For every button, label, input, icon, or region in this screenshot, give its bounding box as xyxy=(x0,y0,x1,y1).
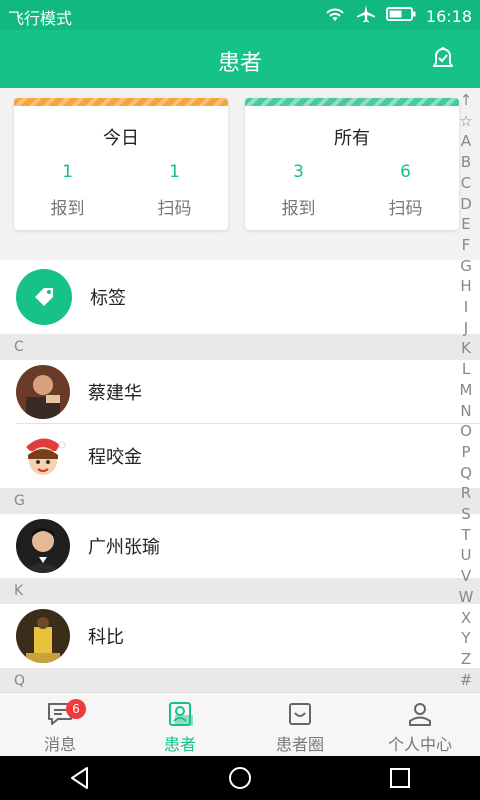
index-letter[interactable]: O xyxy=(460,421,472,442)
airplane-icon xyxy=(356,4,376,28)
checkin-stat[interactable]: 1 报到 xyxy=(23,162,113,219)
card-stripe xyxy=(245,98,459,106)
index-letter[interactable]: H xyxy=(460,276,471,297)
recents-icon[interactable] xyxy=(380,758,420,798)
bell-check-icon[interactable] xyxy=(428,44,458,74)
section-header-c: C xyxy=(0,334,480,360)
index-letter[interactable]: T xyxy=(461,525,470,546)
tab-patients[interactable]: 患者 xyxy=(120,693,240,756)
main-content: 今日 1 报到 1 扫码 所有 3 报到 6 扫码 标签 C 蔡建华 程咬金 G… xyxy=(0,88,480,692)
tag-icon xyxy=(16,269,72,325)
avatar xyxy=(16,609,70,663)
patient-name: 程咬金 xyxy=(88,447,142,468)
back-icon[interactable] xyxy=(60,758,100,798)
index-letter[interactable]: X xyxy=(461,608,471,629)
checkin-count: 1 xyxy=(62,162,73,182)
patient-row[interactable]: 科比 xyxy=(0,604,480,668)
checkin-stat[interactable]: 3 报到 xyxy=(254,162,344,219)
tab-messages[interactable]: 6 消息 xyxy=(0,693,120,756)
index-letter[interactable]: B xyxy=(461,152,471,173)
tag-label: 标签 xyxy=(90,288,126,309)
card-title: 所有 xyxy=(334,128,370,149)
tab-label: 患者圈 xyxy=(275,735,324,754)
card-title: 今日 xyxy=(103,128,139,149)
checkin-label: 报到 xyxy=(50,199,85,219)
index-letter[interactable]: S xyxy=(461,504,471,525)
tab-profile[interactable]: 个人中心 xyxy=(360,693,480,756)
index-letter[interactable]: E xyxy=(461,214,470,235)
tab-label: 消息 xyxy=(43,735,76,754)
index-letter[interactable]: F xyxy=(462,235,471,256)
app-bar: 患者 xyxy=(0,30,480,88)
wifi-icon xyxy=(324,5,346,27)
index-letter[interactable]: W xyxy=(459,587,474,608)
checkin-count: 3 xyxy=(293,162,304,182)
index-letter[interactable]: Q xyxy=(460,463,472,484)
index-letter[interactable]: K xyxy=(461,338,471,359)
patient-name: 蔡建华 xyxy=(88,383,142,404)
index-letter[interactable]: C xyxy=(461,173,471,194)
bottom-tab-bar: 6 消息 患者 患者圈 个人中心 xyxy=(0,692,480,756)
scan-count: 1 xyxy=(169,162,180,182)
index-letter[interactable]: ☆ xyxy=(459,111,472,132)
alphabet-index[interactable]: ↑ ☆ A B C D E F G H I J K L M N O P Q R S T U V W X Y Z # xyxy=(458,90,474,690)
section-header-q: Q xyxy=(0,668,480,692)
patient-circle-icon xyxy=(289,703,311,725)
index-letter[interactable]: G xyxy=(460,256,472,277)
scan-stat[interactable]: 6 扫码 xyxy=(361,162,451,219)
index-letter[interactable]: M xyxy=(460,380,473,401)
index-letter[interactable]: L xyxy=(462,359,470,380)
today-card[interactable]: 今日 1 报到 1 扫码 xyxy=(14,98,228,230)
index-letter[interactable]: P xyxy=(461,442,470,463)
scan-stat[interactable]: 1 扫码 xyxy=(130,162,220,219)
page-title: 患者 xyxy=(217,51,262,76)
card-stripe xyxy=(14,98,228,106)
index-letter[interactable]: # xyxy=(460,670,473,691)
profile-icon xyxy=(409,703,431,726)
tab-label: 患者 xyxy=(163,735,196,754)
scan-label: 扫码 xyxy=(157,199,192,219)
system-nav-bar xyxy=(0,756,480,800)
patient-name: 科比 xyxy=(88,627,124,648)
stats-cards: 今日 1 报到 1 扫码 所有 3 报到 6 扫码 xyxy=(0,88,480,246)
patient-list: 标签 C 蔡建华 程咬金 G 广州张瑜 K 科比 Q xyxy=(0,260,480,692)
index-letter[interactable]: V xyxy=(461,566,471,587)
checkin-label: 报到 xyxy=(281,199,316,219)
avatar xyxy=(16,429,70,483)
index-letter[interactable]: R xyxy=(461,483,471,504)
scan-label: 扫码 xyxy=(388,199,423,219)
avatar xyxy=(16,519,70,573)
airplane-mode-label: 飞行模式 xyxy=(8,9,73,28)
section-header-k: K xyxy=(0,578,480,604)
clock: 16:18 xyxy=(425,6,472,26)
patient-row[interactable]: 蔡建华 xyxy=(0,360,480,424)
status-bar: 飞行模式 16:18 xyxy=(0,0,480,30)
patient-name: 广州张瑜 xyxy=(88,537,160,558)
index-letter[interactable]: J xyxy=(464,318,468,339)
battery-icon xyxy=(385,6,416,26)
index-letter[interactable]: N xyxy=(460,401,471,422)
index-letter[interactable]: ↑ xyxy=(460,90,473,111)
tab-label: 个人中心 xyxy=(387,735,452,754)
avatar xyxy=(16,365,70,419)
index-letter[interactable]: A xyxy=(461,131,471,152)
index-letter[interactable]: D xyxy=(460,194,472,215)
index-letter[interactable]: U xyxy=(461,545,472,566)
tag-row[interactable]: 标签 xyxy=(0,260,480,334)
index-letter[interactable]: Y xyxy=(461,628,470,649)
home-icon[interactable] xyxy=(220,758,260,798)
tab-patient-circle[interactable]: 患者圈 xyxy=(240,693,360,756)
patients-icon xyxy=(169,702,193,726)
index-letter[interactable]: Z xyxy=(461,649,471,670)
patient-row[interactable]: 广州张瑜 xyxy=(0,514,480,578)
index-letter[interactable]: I xyxy=(464,297,468,318)
all-card[interactable]: 所有 3 报到 6 扫码 xyxy=(245,98,459,230)
scan-count: 6 xyxy=(400,162,411,182)
section-header-g: G xyxy=(0,488,480,514)
unread-badge: 6 xyxy=(66,699,86,719)
patient-row[interactable]: 程咬金 xyxy=(0,424,480,488)
